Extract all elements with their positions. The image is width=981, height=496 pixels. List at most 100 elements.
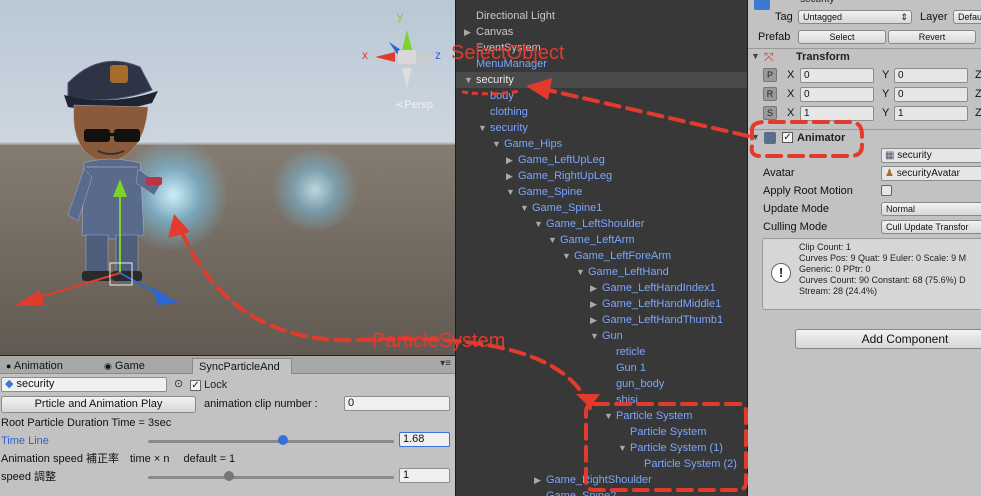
foldout-expanded-icon[interactable]: ▼ [464,72,476,88]
foldout-expanded-icon[interactable]: ▼ [604,408,616,424]
foldout-collapsed-icon[interactable]: ▶ [506,152,518,168]
foldout-collapsed-icon[interactable]: ▶ [464,24,476,40]
hierarchy-item[interactable]: shisi [604,392,638,408]
timeline-slider-track[interactable] [148,440,394,443]
transform-y-field[interactable]: 0 [894,68,968,83]
foldout-collapsed-icon[interactable]: ▶ [590,296,602,312]
transform-y-field[interactable]: 1 [894,106,968,121]
hierarchy-item[interactable]: ▶ Game_LeftHandThumb1 [590,312,723,328]
tab-game[interactable]: ◉ Game [98,358,151,374]
transform-header[interactable]: ▼ ⤧ Transform [748,48,981,66]
hierarchy-item-label: Directional Light [476,10,555,22]
hierarchy-item[interactable]: ▼ Game_LeftHand [576,264,669,280]
hierarchy-item-label: security [476,74,514,86]
foldout-expanded-icon[interactable]: ▼ [506,184,518,200]
transform-icon: ⤧ [764,50,774,64]
controller-field[interactable]: ▦ security [881,148,981,163]
hierarchy-item[interactable]: ▶ Game_LeftUpLeg [506,152,605,168]
foldout-expanded-icon[interactable]: ▼ [534,216,546,232]
hierarchy-item[interactable]: ▶ Game_RightUpLeg [506,168,612,184]
hierarchy-item[interactable]: ▼ Game_LeftArm [548,232,635,248]
transform-mode-button[interactable]: R [763,87,777,101]
speed-slider-track[interactable] [148,476,394,479]
foldout-collapsed-icon[interactable]: ▶ [506,168,518,184]
transform-x-field[interactable]: 0 [800,68,874,83]
hierarchy-item[interactable]: ▶ Canvas [464,24,513,40]
transform-y-field[interactable]: 0 [894,87,968,102]
hierarchy-item[interactable]: ▶ Game_LeftHandMiddle1 [590,296,721,312]
hierarchy-item[interactable]: Particle System (2) [632,456,737,472]
foldout-arrow-icon: ▼ [751,51,760,61]
hierarchy-item[interactable]: ▼ Gun [590,328,623,344]
foldout-expanded-icon[interactable]: ▼ [478,120,490,136]
culling-mode-dropdown[interactable]: Cull Update Transfor [881,220,981,234]
hierarchy-item-label: Game_LeftHandMiddle1 [602,298,722,310]
hierarchy-item[interactable]: Game_Spine2 [534,488,616,496]
apply-root-motion-checkbox[interactable] [881,185,892,196]
foldout-collapsed-icon[interactable]: ▶ [534,472,546,488]
layer-dropdown[interactable]: Defau [953,10,981,24]
lock-checkbox[interactable]: ✓ [190,380,201,391]
hierarchy-item[interactable]: ▶ Game_RightShoulder [534,472,652,488]
tab-animation[interactable]: ● Animation [0,358,69,374]
foldout-expanded-icon[interactable]: ▼ [492,136,504,152]
transform-mode-button[interactable]: S [763,106,777,120]
hierarchy-item-label: Canvas [476,26,514,38]
foldout-collapsed-icon[interactable]: ▶ [590,312,602,328]
hierarchy-item[interactable]: reticle [604,344,645,360]
projection-label[interactable]: ≺Persp [395,98,433,111]
speed-value-field[interactable]: 1 [399,468,450,483]
transform-x-field[interactable]: 1 [800,106,874,121]
hierarchy-item[interactable]: Particle System [618,424,706,440]
particle-animation-play-button[interactable]: Prticle and Animation Play [1,396,196,413]
object-field[interactable]: ◆ security [1,377,167,392]
hierarchy-item[interactable]: body [478,88,514,104]
hierarchy-item[interactable]: ▶ Game_LeftHandIndex1 [590,280,716,296]
object-picker-icon[interactable]: ⊙ [174,377,183,390]
foldout-collapsed-icon[interactable]: ▶ [590,280,602,296]
foldout-expanded-icon[interactable]: ▼ [548,232,560,248]
hierarchy-item[interactable]: Directional Light [464,8,555,24]
hierarchy-item[interactable]: ▼ Game_LeftShoulder [534,216,644,232]
tab-sync-particle[interactable]: SyncParticleAnd [192,358,292,374]
foldout-expanded-icon[interactable]: ▼ [590,328,602,344]
speed-slider-thumb[interactable] [224,471,235,481]
animator-enable-checkbox[interactable]: ✓ [782,132,793,143]
hierarchy-item[interactable]: ▼ Game_Hips [492,136,562,152]
move-tool-gizmo[interactable] [0,175,200,315]
hierarchy-item[interactable]: ▼ Particle System (1) [618,440,723,456]
hierarchy-item[interactable]: Gun 1 [604,360,646,376]
lock-toggle[interactable]: ✓ Lock [190,377,227,393]
hierarchy-item[interactable]: clothing [478,104,528,120]
clip-number-field[interactable]: 0 [344,396,450,411]
animator-header[interactable]: ▼ ✓ Animator [748,129,981,147]
hierarchy-item[interactable]: ▼ Game_Spine [506,184,582,200]
transform-x-field[interactable]: 0 [800,87,874,102]
update-mode-dropdown[interactable]: Normal [881,202,981,216]
hierarchy-item[interactable]: ▼ Game_LeftForeArm [562,248,671,264]
foldout-expanded-icon[interactable]: ▼ [576,264,588,280]
transform-mode-button[interactable]: P [763,68,777,82]
foldout-expanded-icon[interactable]: ▼ [520,200,532,216]
hierarchy-item[interactable]: ▼ Game_Spine1 [520,200,602,216]
scene-view[interactable]: y x z ≺Persp [0,0,455,355]
panel-menu-icon[interactable]: ▾≡ [440,358,451,369]
axis-y-label: Y [882,107,890,119]
dropdown-arrow-icon: ⇕ [900,12,908,22]
timeline-value-field[interactable]: 1.68 [399,432,450,447]
hierarchy-item[interactable]: ▼ security [464,72,514,88]
foldout-expanded-icon[interactable]: ▼ [618,440,630,456]
avatar-field[interactable]: ♟ securityAvatar [881,166,981,181]
tag-dropdown[interactable]: Untagged ⇕ [798,10,912,24]
hierarchy-item[interactable]: gun_body [604,376,664,392]
gameobject-name[interactable]: security [800,0,834,5]
prefab-select-button[interactable]: Select [798,30,886,44]
info-line: Curves Pos: 9 Quat: 9 Euler: 0 Scale: 9 … [799,253,967,263]
hierarchy-item[interactable]: ▼ Particle System [604,408,692,424]
timeline-slider-thumb[interactable] [278,435,289,445]
foldout-expanded-icon[interactable]: ▼ [562,248,574,264]
hierarchy-item-label: Game_LeftHand [588,266,669,278]
hierarchy-item[interactable]: ▼ security [478,120,528,136]
prefab-revert-button[interactable]: Revert [888,30,976,44]
add-component-button[interactable]: Add Component [795,329,981,349]
